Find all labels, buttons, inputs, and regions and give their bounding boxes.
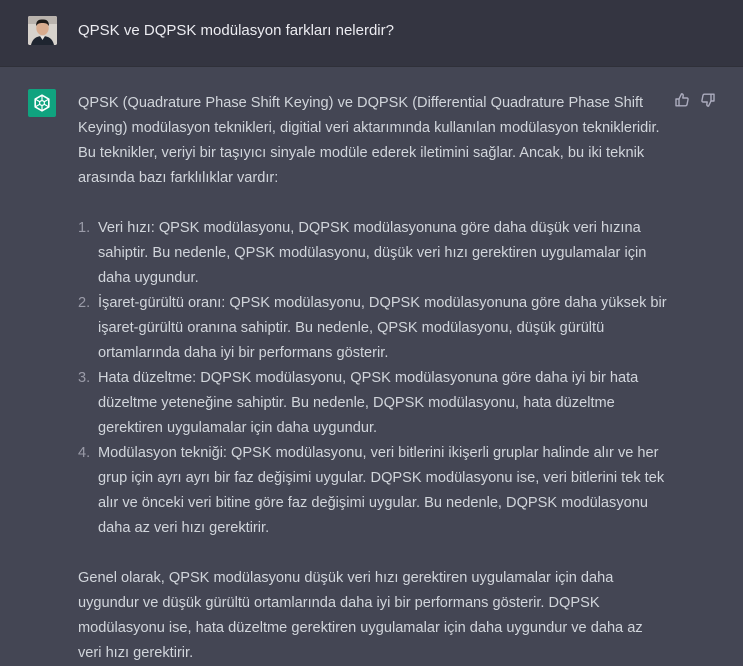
openai-logo-icon [28,89,56,117]
list-item-text: Hata düzeltme: DQPSK modülasyonu, QPSK m… [98,370,639,436]
thumbs-down-icon[interactable] [699,91,717,109]
user-message-row: QPSK ve DQPSK modülasyon farkları nelerd… [0,0,743,67]
list-item: 2. İşaret-gürültü oranı: QPSK modülasyon… [78,291,670,366]
user-avatar [28,16,57,45]
list-item-number: 1. [78,220,91,236]
difference-list: 1. Veri hızı: QPSK modülasyonu, DQPSK mo… [78,216,670,541]
answer-intro-paragraph: QPSK (Quadrature Phase Shift Keying) ve … [78,95,660,186]
list-item: 4. Modülasyon tekniği: QPSK modülasyonu,… [78,441,670,541]
list-item: 1. Veri hızı: QPSK modülasyonu, DQPSK mo… [78,216,670,291]
list-item-text: Veri hızı: QPSK modülasyonu, DQPSK modül… [98,220,647,286]
assistant-message-row: QPSK (Quadrature Phase Shift Keying) ve … [0,67,743,661]
assistant-message-body: QPSK (Quadrature Phase Shift Keying) ve … [78,91,670,666]
list-item-text: İşaret-gürültü oranı: QPSK modülasyonu, … [98,295,667,361]
thumbs-up-icon[interactable] [673,91,691,109]
list-item-number: 2. [78,295,91,311]
list-item: 3. Hata düzeltme: DQPSK modülasyonu, QPS… [78,366,670,441]
list-item-text: Modülasyon tekniği: QPSK modülasyonu, ve… [98,445,665,536]
user-message-text: QPSK ve DQPSK modülasyon farkları nelerd… [78,22,394,39]
list-item-number: 3. [78,370,91,386]
answer-conclusion-paragraph: Genel olarak, QPSK modülasyonu düşük ver… [78,570,643,661]
list-item-number: 4. [78,445,91,461]
